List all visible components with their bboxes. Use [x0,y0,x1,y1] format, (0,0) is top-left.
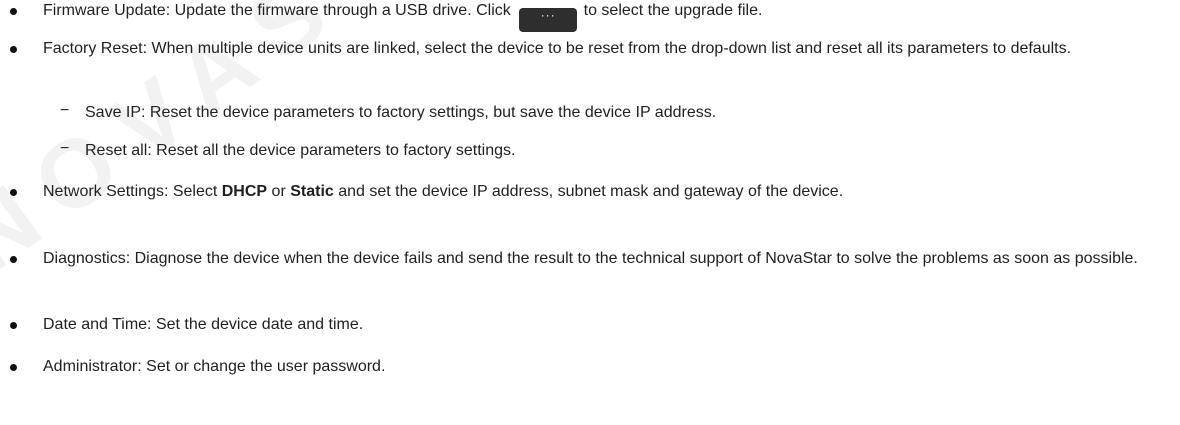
bullet-icon [10,364,17,371]
save-ip-text: Save IP: Reset the device parameters to … [85,104,717,121]
browse-file-button[interactable]: ··· [519,8,578,32]
dash-marker: − [60,140,70,157]
bullet-icon [10,322,17,329]
firmware-update-text: Firmware Update: Update the firmware thr… [43,0,1168,32]
bullet-icon [10,8,17,15]
bullet-icon [10,256,17,263]
administrator-text: Administrator: Set or change the user pa… [43,358,386,375]
dash-marker: − [60,102,70,119]
network-settings-text: Network Settings: Select DHCP or Static … [43,183,844,200]
reset-all-text: Reset all: Reset all the device paramete… [85,142,516,159]
bullet-icon [10,46,17,53]
date-and-time-text: Date and Time: Set the device date and t… [43,316,364,333]
factory-reset-text: Factory Reset: When multiple device unit… [43,40,1072,57]
bullet-icon [10,189,17,196]
diagnostics-text: Diagnostics: Diagnose the device when th… [43,250,1138,267]
